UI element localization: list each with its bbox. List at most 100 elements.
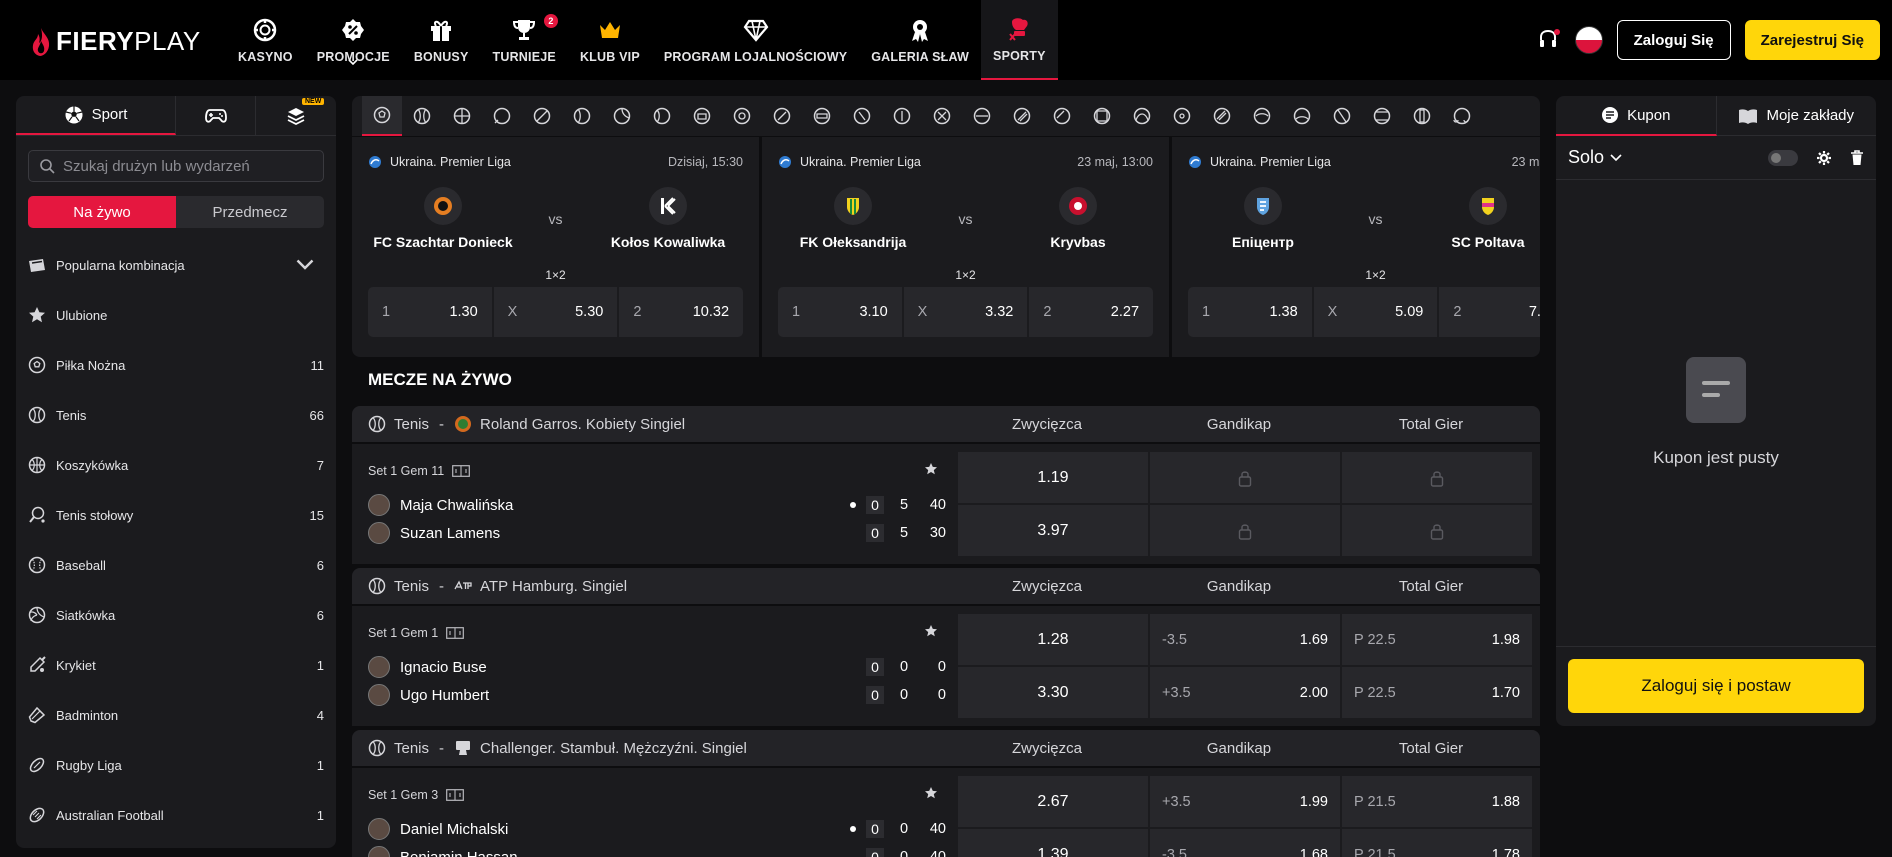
- gear-icon[interactable]: [1816, 150, 1832, 166]
- odd-button[interactable]: 1 1.30: [368, 287, 492, 337]
- handicap-odd-button[interactable]: -3.5 1.69: [1150, 614, 1340, 665]
- sport-filter-cricket[interactable]: [762, 96, 802, 136]
- tab-coupon[interactable]: Kupon: [1556, 96, 1717, 136]
- winner-odd-button[interactable]: 2.67: [958, 776, 1148, 827]
- sport-filter-tennis[interactable]: [402, 96, 442, 136]
- league-header[interactable]: Tenis - Roland Garros. Kobiety Singiel Z…: [352, 406, 1540, 444]
- featured-match-card[interactable]: Ukraina. Premier Liga 23 maj, 1 Епіцентр…: [1172, 137, 1540, 357]
- tab-new-feature[interactable]: NEW: [256, 96, 336, 135]
- sport-filter-water-polo[interactable]: [1282, 96, 1322, 136]
- sidebar-item-table-tennis[interactable]: Tenis stołowy 15: [16, 490, 336, 540]
- favorite-star-icon[interactable]: [924, 624, 938, 638]
- sport-filter-tennis-alt[interactable]: [562, 96, 602, 136]
- support-phone-icon[interactable]: [1537, 28, 1561, 52]
- winner-odd-button[interactable]: 1.39: [958, 829, 1148, 857]
- register-button[interactable]: Zarejestruj Się: [1744, 20, 1880, 60]
- league-header[interactable]: Tenis - Challenger. Stambuł. Mężczyźni. …: [352, 730, 1540, 768]
- league-header[interactable]: Tenis - ATP Hamburg. Singiel Zwycięzca G…: [352, 568, 1540, 606]
- language-flag-pl[interactable]: [1574, 26, 1603, 54]
- scoreboard-icon[interactable]: [446, 627, 465, 639]
- sport-filter-american-football[interactable]: [1202, 96, 1242, 136]
- featured-match-card[interactable]: Ukraina. Premier Liga Dzisiaj, 15:30 FC …: [352, 137, 759, 357]
- favorite-star-icon[interactable]: [924, 462, 938, 476]
- sport-filter-mma[interactable]: [882, 96, 922, 136]
- sidebar-item-football[interactable]: Piłka Nożna 11: [16, 340, 336, 390]
- sidebar-item-favorites[interactable]: Ulubione: [16, 290, 336, 340]
- sidebar-item-basketball[interactable]: Koszykówka 7: [16, 440, 336, 490]
- nav-galeria-slaw[interactable]: GALERIA SŁAW: [859, 0, 981, 80]
- total-odd-button[interactable]: P 22.5 1.98: [1342, 614, 1532, 665]
- sport-filter-esports[interactable]: [802, 96, 842, 136]
- match-row[interactable]: Set 1 Gem 1 Ignacio Buse 0 0 0 Ugo Humbe…: [352, 606, 1540, 728]
- quick-bet-toggle[interactable]: [1768, 149, 1798, 166]
- odd-button[interactable]: 2 10.32: [619, 287, 744, 337]
- search-input[interactable]: [63, 157, 313, 175]
- sidebar-item-rugby-league[interactable]: Rugby Liga 1: [16, 740, 336, 790]
- segment-live[interactable]: Na żywo: [28, 196, 176, 228]
- sport-filter-badminton[interactable]: [522, 96, 562, 136]
- sidebar-item-baseball[interactable]: Baseball 6: [16, 540, 336, 590]
- sport-filter-cycling[interactable]: [1442, 96, 1482, 136]
- sport-filter-racket[interactable]: [1322, 96, 1362, 136]
- total-odd-button[interactable]: P 21.5 1.78: [1342, 829, 1532, 857]
- tab-esports[interactable]: [176, 96, 256, 135]
- sport-filter-volleyball[interactable]: [602, 96, 642, 136]
- nav-klub-vip[interactable]: KLUB VIP: [568, 0, 652, 80]
- handicap-odd-button[interactable]: -3.5 1.68: [1150, 829, 1340, 857]
- sport-filter-hockey[interactable]: [1122, 96, 1162, 136]
- total-odd-button[interactable]: P 22.5 1.70: [1342, 667, 1532, 718]
- chevron-down-icon[interactable]: [296, 256, 314, 274]
- nav-promocje[interactable]: PROMOCJE: [305, 0, 402, 80]
- odd-button[interactable]: 1 3.10: [778, 287, 902, 337]
- sport-filter-biathlon[interactable]: [1242, 96, 1282, 136]
- sport-filter-table-tennis[interactable]: [482, 96, 522, 136]
- sport-filter-field-hockey[interactable]: [1362, 96, 1402, 136]
- login-button[interactable]: Zaloguj Się: [1616, 20, 1731, 60]
- odd-button[interactable]: 2 2.27: [1029, 287, 1154, 337]
- bet-mode-select[interactable]: Solo: [1568, 147, 1622, 168]
- handicap-odd-button[interactable]: +3.5 2.00: [1150, 667, 1340, 718]
- tab-sport[interactable]: Sport: [16, 96, 176, 135]
- sport-filter-handball[interactable]: [1082, 96, 1122, 136]
- sport-filter-rugby[interactable]: [1002, 96, 1042, 136]
- sidebar-item-cricket[interactable]: Krykiet 1: [16, 640, 336, 690]
- winner-odd-button[interactable]: 1.19: [958, 452, 1148, 503]
- total-odd-button[interactable]: P 21.5 1.88: [1342, 776, 1532, 827]
- odd-button[interactable]: X 5.30: [493, 287, 618, 337]
- sport-filter-soccer[interactable]: [362, 96, 402, 136]
- segment-prematch[interactable]: Przedmecz: [176, 196, 324, 228]
- sport-filter-billiards[interactable]: [1162, 96, 1202, 136]
- scoreboard-icon[interactable]: [452, 465, 471, 477]
- team-search[interactable]: [28, 150, 324, 182]
- match-row[interactable]: Set 1 Gem 3 Daniel Michalski 0 0 40 Benj…: [352, 768, 1540, 857]
- sport-filter-darts[interactable]: [722, 96, 762, 136]
- sport-filter-aussie-rules[interactable]: [1042, 96, 1082, 136]
- sport-filter-boxing[interactable]: [682, 96, 722, 136]
- nav-kasyno[interactable]: KASYNO: [226, 0, 305, 80]
- sidebar-item-popular-combo[interactable]: Popularna kombinacja: [16, 240, 336, 290]
- sidebar-item-badminton[interactable]: Badminton 4: [16, 690, 336, 740]
- match-row[interactable]: Set 1 Gem 11 Maja Chwalińska 0 5 40 Suza…: [352, 444, 1540, 566]
- favorite-star-icon[interactable]: [924, 786, 938, 800]
- scoreboard-icon[interactable]: [446, 789, 465, 801]
- odd-button[interactable]: X 5.09: [1313, 287, 1438, 337]
- winner-odd-button[interactable]: 3.97: [958, 505, 1148, 556]
- sidebar-item-tennis[interactable]: Tenis 66: [16, 390, 336, 440]
- sport-filter-baseball[interactable]: [642, 96, 682, 136]
- sport-filter-futsal[interactable]: [962, 96, 1002, 136]
- sidebar-item-volleyball[interactable]: Siatkówka 6: [16, 590, 336, 640]
- featured-match-card[interactable]: Ukraina. Premier Liga 23 maj, 13:00 FK O…: [762, 137, 1169, 357]
- nav-turnieje[interactable]: 2 TURNIEJE: [481, 0, 568, 80]
- odd-button[interactable]: 1 1.38: [1188, 287, 1312, 337]
- login-and-bet-button[interactable]: Zaloguj się i postaw: [1568, 659, 1864, 713]
- sport-filter-basketball[interactable]: [442, 96, 482, 136]
- trash-icon[interactable]: [1850, 149, 1864, 166]
- nav-sporty[interactable]: SPORTY: [981, 0, 1058, 80]
- sport-filter-chess[interactable]: [1402, 96, 1442, 136]
- nav-bonusy[interactable]: BONUSY: [402, 0, 481, 80]
- sidebar-item-australian-football[interactable]: Australian Football 1: [16, 790, 336, 840]
- handicap-odd-button[interactable]: +3.5 1.99: [1150, 776, 1340, 827]
- nav-program-lojalnosciowy[interactable]: PROGRAM LOJALNOŚCIOWY: [652, 0, 859, 80]
- sport-filter-snooker[interactable]: [922, 96, 962, 136]
- fieryplay-logo[interactable]: FIERY PLAY: [30, 26, 201, 57]
